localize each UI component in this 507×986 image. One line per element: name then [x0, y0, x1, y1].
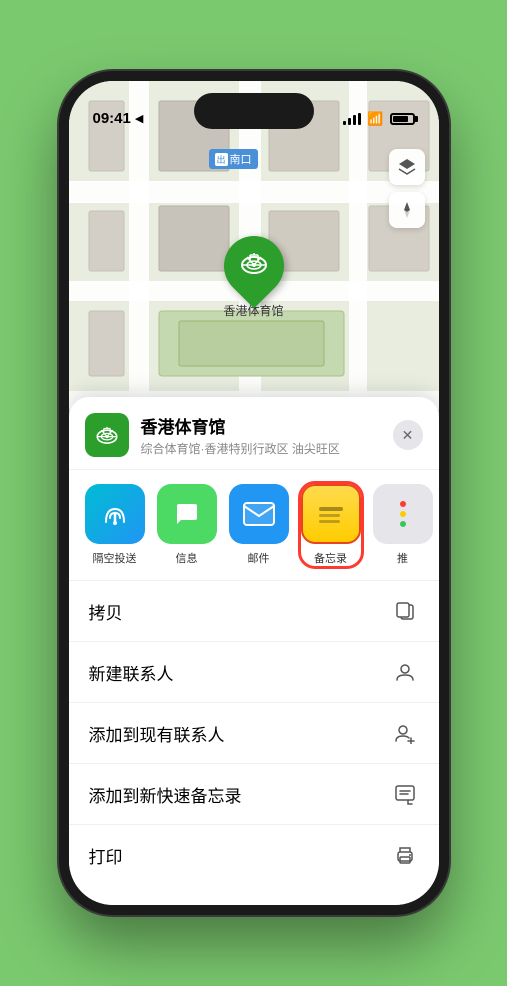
location-pin: 香港体育馆: [223, 236, 283, 319]
share-row: 隔空投送 信息 邮件: [69, 470, 439, 581]
action-add-existing-label: 添加到现有联系人: [89, 721, 225, 746]
signal-bars: [343, 113, 361, 125]
action-add-existing[interactable]: 添加到现有联系人: [69, 703, 439, 764]
person-add-icon: [391, 719, 419, 747]
layers-icon: [397, 157, 417, 177]
signal-bar-1: [343, 121, 346, 125]
signal-bar-3: [353, 115, 356, 125]
location-icon: ◀: [135, 112, 143, 125]
battery-icon: [390, 113, 415, 125]
share-item-message[interactable]: 信息: [157, 484, 217, 566]
sheet-subtitle: 综合体育馆·香港特别行政区 油尖旺区: [141, 440, 381, 457]
pin-circle: [211, 224, 296, 309]
stadium-icon: [237, 247, 269, 279]
wifi-icon: 📶: [367, 111, 383, 127]
sheet-close-button[interactable]: ✕: [393, 420, 423, 450]
sheet-title-group: 香港体育馆 综合体育馆·香港特别行政区 油尖旺区: [141, 413, 381, 457]
copy-icon: [391, 597, 419, 625]
share-item-airdrop[interactable]: 隔空投送: [85, 484, 145, 566]
map-controls: [389, 149, 425, 228]
notes-icon: [301, 484, 361, 544]
airdrop-label: 隔空投送: [93, 550, 137, 566]
share-item-mail[interactable]: 邮件: [229, 484, 289, 566]
sheet-header: 香港体育馆 综合体育馆·香港特别行政区 油尖旺区 ✕: [69, 397, 439, 470]
bottom-sheet: 香港体育馆 综合体育馆·香港特别行政区 油尖旺区 ✕ 隔空投送: [69, 397, 439, 905]
action-add-notes[interactable]: 添加到新快速备忘录: [69, 764, 439, 825]
action-print-label: 打印: [89, 843, 123, 868]
action-new-contact-label: 新建联系人: [89, 660, 174, 685]
location-button[interactable]: [389, 192, 425, 228]
status-time: 09:41: [93, 110, 131, 127]
mail-icon: [229, 484, 289, 544]
venue-stadium-icon: [94, 422, 120, 448]
action-list: 拷贝 新建联系人 添: [69, 581, 439, 885]
action-copy[interactable]: 拷贝: [69, 581, 439, 642]
battery-fill: [393, 116, 408, 122]
status-icons: 📶: [343, 111, 414, 127]
action-copy-label: 拷贝: [89, 599, 123, 624]
mail-envelope-icon: [242, 501, 276, 527]
more-icon: [373, 484, 433, 544]
venue-icon: [85, 413, 129, 457]
map-label-prefix: 出: [215, 153, 228, 166]
compass-icon: [398, 201, 416, 219]
print-icon: [391, 841, 419, 869]
dynamic-island: [194, 93, 314, 129]
airdrop-wifi-icon: [100, 499, 130, 529]
more-label: 推: [397, 550, 408, 566]
action-new-contact[interactable]: 新建联系人: [69, 642, 439, 703]
person-icon: [391, 658, 419, 686]
message-bubble-icon: [171, 498, 203, 530]
signal-bar-2: [348, 118, 351, 125]
action-print[interactable]: 打印: [69, 825, 439, 885]
signal-bar-4: [358, 113, 361, 125]
map-label: 出 南口: [209, 149, 258, 169]
mail-label: 邮件: [248, 550, 270, 566]
map-label-text: 南口: [230, 151, 252, 167]
share-item-more[interactable]: 推: [373, 484, 433, 566]
pin-inner: [237, 247, 269, 285]
airdrop-icon: [85, 484, 145, 544]
quicknote-icon: [391, 780, 419, 808]
map-layers-button[interactable]: [389, 149, 425, 185]
sheet-title: 香港体育馆: [141, 413, 381, 438]
close-label: ✕: [402, 427, 414, 444]
phone-frame: 09:41 ◀ 📶: [59, 71, 449, 915]
message-icon: [157, 484, 217, 544]
action-add-notes-label: 添加到新快速备忘录: [89, 782, 242, 807]
share-item-notes[interactable]: 备忘录: [301, 484, 361, 566]
notes-label: 备忘录: [314, 550, 347, 566]
message-label: 信息: [176, 550, 198, 566]
